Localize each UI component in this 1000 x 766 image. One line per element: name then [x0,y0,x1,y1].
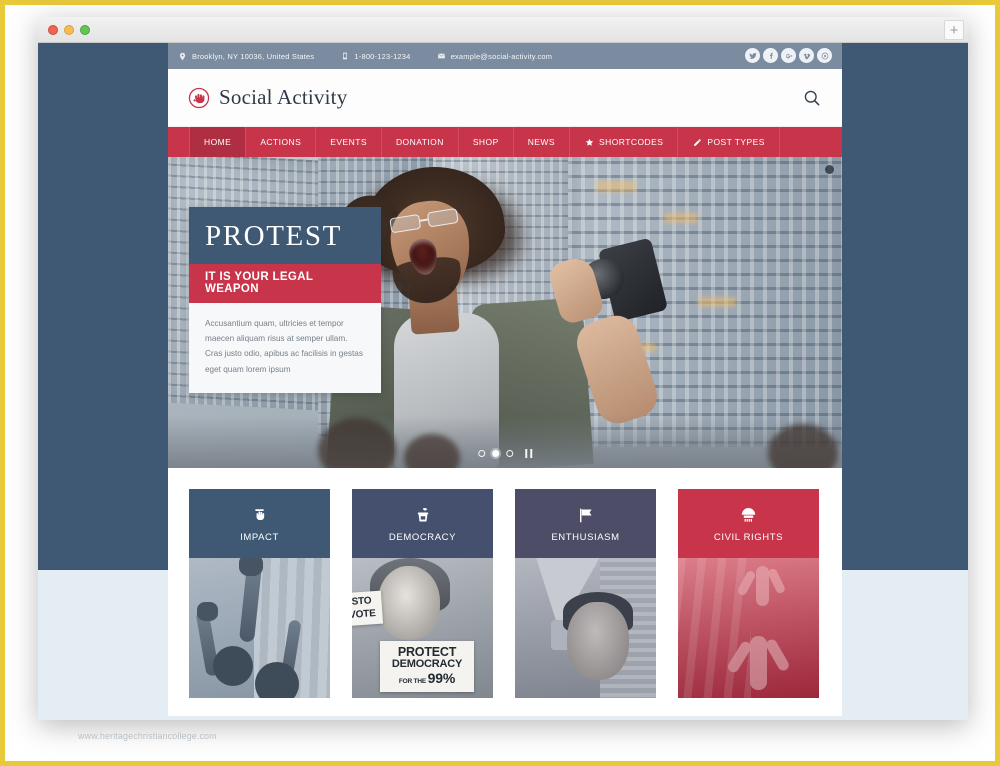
slider-dot-3[interactable] [506,450,514,457]
protest-sign-side: STO VOTE [352,590,384,627]
envelope-icon [437,51,446,62]
flag-icon [577,505,595,525]
hero-slider[interactable]: PROTEST IT IS YOUR LEGAL WEAPON Accusant… [168,157,842,468]
watermark: www.heritagechristiancollege.com [78,731,217,741]
search-icon[interactable] [802,88,822,108]
nav-label: SHORTCODES [599,137,664,147]
page-viewport: Brooklyn, NY 10036, United States 1-800-… [38,43,968,720]
email-text: example@social-activity.com [450,51,553,61]
slider-dot-1[interactable] [478,450,486,457]
contact-phone: 1-800-123-1234 [340,51,410,62]
nav-item-home[interactable]: HOME [189,127,247,157]
slider-controls[interactable] [478,449,532,458]
new-tab-button[interactable]: + [944,20,964,40]
browser-titlebar: + [38,17,968,43]
address-text: Brooklyn, NY 10036, United States [192,51,315,61]
nav-item-post-types[interactable]: POST TYPES [678,127,780,157]
card-label: CIVIL RIGHTS [713,531,784,543]
nav-item-events[interactable]: EVENTS [316,127,382,157]
site-header: Social Activity [168,69,842,127]
vimeo-icon[interactable] [799,48,814,63]
top-info-bar: Brooklyn, NY 10036, United States 1-800-… [168,43,842,69]
sign-side-line2: VOTE [352,607,376,621]
feature-card-enthusiasm[interactable]: ENTHUSIASM [515,489,656,698]
main-navigation[interactable]: HOME ACTIONS EVENTS DONATION SHOP NEWS S… [168,127,842,157]
social-links[interactable] [745,48,832,63]
sign-line3-pre: FOR THE [398,677,427,685]
site-content-bottom-spacer [168,698,842,716]
podium-speaker-icon [414,505,432,525]
contact-address: Brooklyn, NY 10036, United States [178,51,314,62]
nav-label: SHOP [472,137,499,147]
raised-fist-icon [251,505,268,525]
hero-subtitle: IT IS YOUR LEGAL WEAPON [189,264,381,303]
slider-next-arrow[interactable] [825,165,834,174]
slider-pause-button[interactable] [525,449,532,458]
sign-line1: PROTECT [397,644,457,659]
phone-text: 1-800-123-1234 [354,51,411,61]
minimize-button[interactable] [64,25,74,35]
card-image [515,558,656,698]
google-plus-icon[interactable] [781,48,796,63]
feature-card-impact[interactable]: IMPACT [189,489,330,698]
nav-label: HOME [204,137,232,147]
close-button[interactable] [48,25,58,35]
mobile-phone-icon [340,51,349,62]
brand[interactable]: Social Activity [188,85,347,110]
card-label: IMPACT [240,531,279,543]
nav-item-shop[interactable]: SHOP [459,127,514,157]
nav-item-shortcodes[interactable]: SHORTCODES [570,127,679,157]
card-image [189,558,330,698]
location-pin-icon [178,51,187,62]
window-controls[interactable] [48,25,90,35]
card-image [678,558,819,698]
nav-item-donation[interactable]: DONATION [382,127,459,157]
nav-label: DONATION [395,137,444,147]
nav-label: EVENTS [330,137,367,147]
feature-card-civil-rights[interactable]: CIVIL RIGHTS [678,489,819,698]
vote-badge-icon [739,505,758,525]
twitter-icon[interactable] [745,48,760,63]
facebook-icon[interactable] [763,48,778,63]
maximize-button[interactable] [80,25,90,35]
nav-label: POST TYPES [707,137,765,147]
nav-label: NEWS [527,137,556,147]
nav-item-news[interactable]: NEWS [514,127,571,157]
raised-fist-icon [188,87,210,109]
site-content: Brooklyn, NY 10036, United States 1-800-… [168,43,842,716]
star-icon [584,137,594,147]
contact-email: example@social-activity.com [437,51,553,62]
nav-label: ACTIONS [260,137,302,147]
browser-window: + Brooklyn, NY 10036, United States 1-80… [38,17,968,741]
pencil-icon [692,137,702,147]
brand-name: Social Activity [219,85,348,109]
card-label: DEMOCRACY [388,531,457,543]
card-image: STO VOTE PROTECT DEMOCRACY FOR THE 99% [352,558,493,698]
hero-body-text: Accusantium quam, ultricies et tempor ma… [189,303,381,393]
sign-line3-num: 99% [427,669,456,686]
slider-dot-2[interactable] [492,450,500,457]
feature-card-democracy[interactable]: DEMOCRACY STO VOTE PROTECT DEMOCRACY FOR… [352,489,493,698]
dribbble-icon[interactable] [817,48,832,63]
hero-title: PROTEST [189,207,381,264]
nav-item-actions[interactable]: ACTIONS [246,127,317,157]
protest-sign-main: PROTECT DEMOCRACY FOR THE 99% [380,640,474,692]
gold-frame: + Brooklyn, NY 10036, United States 1-80… [0,0,1000,766]
hero-caption: PROTEST IT IS YOUR LEGAL WEAPON Accusant… [189,207,381,393]
feature-cards: IMPACT DEMOCRACY STO VOTE PROTECT DEMOCR… [168,468,842,698]
card-label: ENTHUSIASM [551,531,620,543]
